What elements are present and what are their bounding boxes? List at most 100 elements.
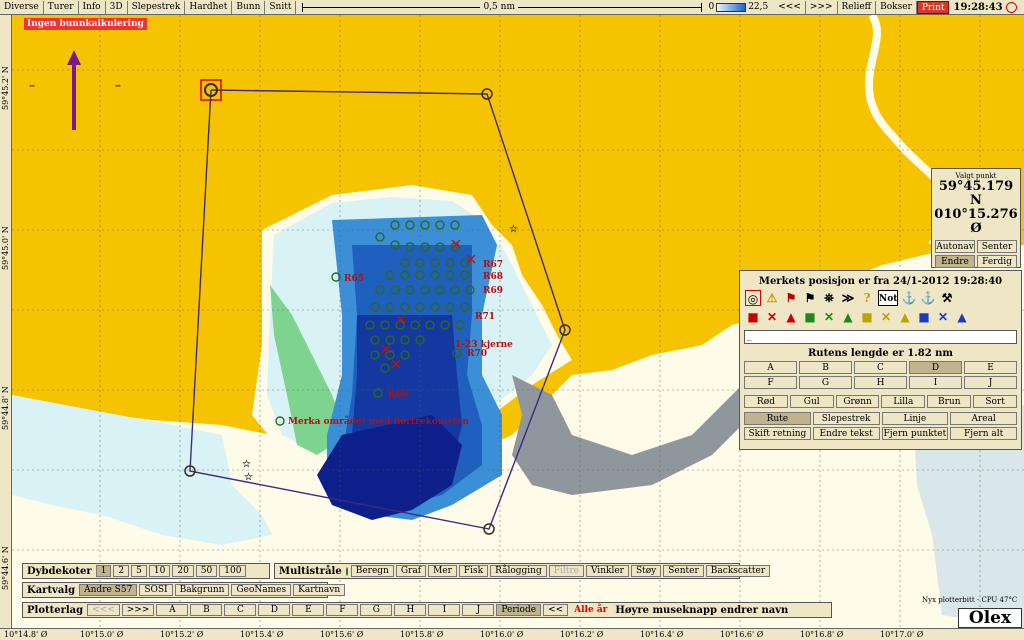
relieff-button[interactable]: Relieff	[838, 1, 877, 14]
menu-diverse[interactable]: Diverse	[0, 1, 44, 14]
senter-mb-button[interactable]: Senter	[663, 565, 704, 577]
geonames-button[interactable]: GeoNames	[231, 584, 292, 596]
skift-retning-button[interactable]: Skift retning	[744, 427, 811, 440]
fjern-alt-button[interactable]: Fjern alt	[950, 427, 1017, 440]
endre-tekst-button[interactable]: Endre tekst	[812, 427, 880, 440]
kartnavn-button[interactable]: Kartnavn	[293, 584, 346, 596]
vinkler-button[interactable]: Vinkler	[585, 565, 629, 577]
depth-gradient[interactable]	[716, 2, 747, 12]
layer-g-button[interactable]: G	[360, 604, 393, 616]
flag2-mark-icon[interactable]: ⚑	[802, 290, 818, 306]
layer-h-button[interactable]: H	[394, 604, 427, 616]
color-brown-button[interactable]: Brun	[927, 395, 972, 408]
red-square-icon[interactable]: ■	[745, 309, 761, 325]
blue-cross-icon[interactable]: ✕	[935, 309, 951, 325]
depth-50-button[interactable]: 50	[195, 565, 218, 577]
warning-mark-icon[interactable]: ⚠	[764, 290, 780, 306]
letter-a-button[interactable]: A	[744, 361, 797, 374]
endre-button[interactable]: Endre	[935, 255, 975, 268]
layer-d-button[interactable]: D	[258, 604, 291, 616]
print-button[interactable]: Print	[916, 1, 950, 14]
mark-text-input[interactable]: _	[744, 330, 1017, 344]
target-icon[interactable]	[1005, 1, 1017, 13]
color-green-button[interactable]: Grønn	[835, 395, 880, 408]
plotter-prev-button[interactable]: <<<	[87, 604, 120, 616]
slepestrek-button[interactable]: Slepestrek	[812, 412, 880, 425]
letter-e-button[interactable]: E	[964, 361, 1017, 374]
fjern-punktet-button[interactable]: Fjern punktet	[881, 427, 949, 440]
layer-j-button[interactable]: J	[462, 604, 495, 616]
bakgrunn-button[interactable]: Bakgrunn	[174, 584, 230, 596]
stoy-button[interactable]: Støy	[630, 565, 662, 577]
bokser-button[interactable]: Bokser	[876, 1, 917, 14]
tool-mark-icon[interactable]: ⚒	[939, 290, 955, 306]
depth-1-button[interactable]: 1	[95, 565, 112, 577]
menu-bunn[interactable]: Bunn	[232, 1, 266, 14]
menu-3d[interactable]: 3D	[106, 1, 128, 14]
layer-i-button[interactable]: I	[428, 604, 461, 616]
menu-slepestrek[interactable]: Slepestrek	[128, 1, 186, 14]
graf-button[interactable]: Graf	[395, 565, 427, 577]
areal-button[interactable]: Areal	[950, 412, 1017, 425]
depth-10-button[interactable]: 10	[148, 565, 171, 577]
color-yellow-button[interactable]: Gul	[789, 395, 834, 408]
yellow-triangle-icon[interactable]: ▲	[897, 309, 913, 325]
sosi-button[interactable]: SOSI	[139, 584, 173, 596]
buoy-mark-icon[interactable]: ⛯	[821, 290, 837, 306]
layer-e-button[interactable]: E	[292, 604, 325, 616]
mer-button[interactable]: Mer	[428, 565, 457, 577]
linje-button[interactable]: Linje	[881, 412, 949, 425]
layer-a-button[interactable]: A	[156, 604, 189, 616]
rute-button[interactable]: Rute	[744, 412, 811, 425]
autonav-button[interactable]: Autonav	[935, 240, 975, 253]
anchor-mark-icon[interactable]: ⚓	[901, 290, 917, 306]
layer-c-button[interactable]: C	[224, 604, 257, 616]
letter-i-button[interactable]: I	[909, 376, 962, 389]
periode-prev-button[interactable]: <<	[543, 604, 569, 616]
letter-c-button[interactable]: C	[854, 361, 907, 374]
anchor2-mark-icon[interactable]: ⚓	[920, 290, 936, 306]
green-triangle-icon[interactable]: ▲	[840, 309, 856, 325]
fish-mark-icon[interactable]: ≫	[840, 290, 856, 306]
depth-100-button[interactable]: 100	[219, 565, 247, 577]
letter-g-button[interactable]: G	[799, 376, 852, 389]
green-cross-icon[interactable]: ✕	[821, 309, 837, 325]
net-mark-icon[interactable]: Not	[878, 290, 898, 306]
depth-2-button[interactable]: 2	[113, 565, 130, 577]
circle-mark-icon[interactable]: ◎	[745, 290, 761, 306]
fisk-button[interactable]: Fisk	[458, 565, 489, 577]
menu-snitt[interactable]: Snitt	[265, 1, 297, 14]
yellow-cross-icon[interactable]: ✕	[878, 309, 894, 325]
nav-prev-button[interactable]: <<<	[774, 1, 806, 14]
menu-info[interactable]: Info	[79, 1, 106, 14]
letter-f-button[interactable]: F	[744, 376, 797, 389]
senter-button[interactable]: Senter	[977, 240, 1017, 253]
layer-f-button[interactable]: F	[326, 604, 359, 616]
depth-20-button[interactable]: 20	[172, 565, 194, 577]
backscatter-button[interactable]: Backscatter	[705, 565, 771, 577]
filtre-button[interactable]: Filtre	[548, 565, 584, 577]
raalogging-button[interactable]: Rålogging	[490, 565, 547, 577]
red-triangle-icon[interactable]: ▲	[783, 309, 799, 325]
plotter-next-button[interactable]: >>>	[121, 604, 155, 616]
letter-h-button[interactable]: H	[854, 376, 907, 389]
depth-5-button[interactable]: 5	[131, 565, 147, 577]
periode-button[interactable]: Periode	[496, 604, 542, 616]
beregn-button[interactable]: Beregn	[350, 565, 394, 577]
color-black-button[interactable]: Sort	[973, 395, 1017, 408]
color-red-button[interactable]: Rød	[744, 395, 788, 408]
flag-mark-icon[interactable]: ⚑	[783, 290, 799, 306]
menu-hardhet[interactable]: Hardhet	[185, 1, 233, 14]
question-mark-icon[interactable]: ?	[859, 290, 875, 306]
letter-d-button[interactable]: D	[909, 361, 962, 374]
color-purple-button[interactable]: Lilla	[881, 395, 926, 408]
letter-j-button[interactable]: J	[964, 376, 1017, 389]
layer-b-button[interactable]: B	[190, 604, 223, 616]
blue-triangle-icon[interactable]: ▲	[954, 309, 970, 325]
nav-next-button[interactable]: >>>	[806, 1, 838, 14]
andre-s57-button[interactable]: Andre S57	[79, 584, 138, 596]
blue-square-icon[interactable]: ■	[916, 309, 932, 325]
green-square-icon[interactable]: ■	[802, 309, 818, 325]
ferdig-button[interactable]: Ferdig	[977, 255, 1017, 268]
letter-b-button[interactable]: B	[799, 361, 852, 374]
